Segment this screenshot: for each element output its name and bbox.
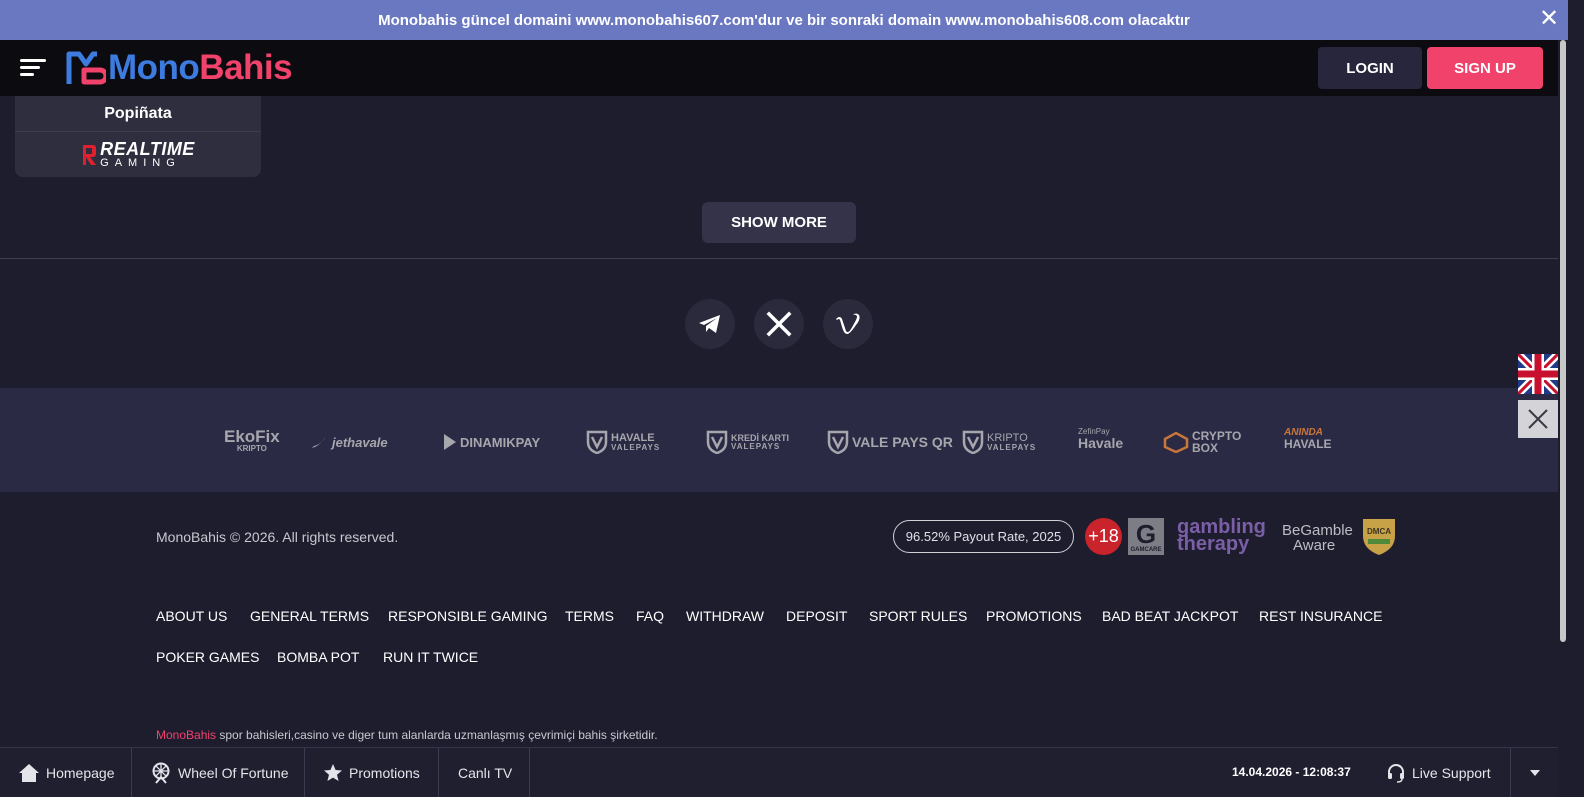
site-header: MonoBahis LOGIN SIGN UP bbox=[0, 40, 1558, 96]
payment-logo-dinamikpay: DINAMIKPAY bbox=[442, 428, 540, 456]
logo-mark-icon bbox=[66, 51, 106, 85]
footer-link-sport-rules[interactable]: SPORT RULES bbox=[869, 608, 967, 624]
caret-down-icon bbox=[1529, 769, 1540, 776]
language-flag-uk[interactable] bbox=[1515, 351, 1561, 397]
provider-list: Popiñata REALTIME GAMING bbox=[15, 96, 261, 177]
payment-logo-aninda-havale: ANINDA HAVALE bbox=[1284, 427, 1332, 451]
shield-icon bbox=[706, 430, 728, 454]
footer-link-promotions[interactable]: PROMOTIONS bbox=[986, 608, 1082, 624]
bottom-nav-bar: Homepage Wheel Of Fortune Promotions Can… bbox=[0, 747, 1558, 797]
crypto-box-icon bbox=[1163, 431, 1189, 453]
scrollbar-thumb[interactable] bbox=[1560, 40, 1566, 642]
shield-icon bbox=[962, 430, 984, 454]
provider-item-popinata[interactable]: Popiñata bbox=[15, 96, 261, 132]
bottom-nav-canli-tv[interactable]: Canlı TV bbox=[439, 748, 530, 797]
uk-flag-icon bbox=[1515, 351, 1561, 397]
home-icon bbox=[19, 763, 39, 782]
telegram-button[interactable] bbox=[685, 299, 735, 349]
payment-logo-havale-valepays: HAVALE VALEPAYS bbox=[586, 428, 660, 456]
show-more-button[interactable]: SHOW MORE bbox=[702, 202, 856, 243]
gambling-therapy-logo[interactable]: gambling therapy bbox=[1177, 517, 1266, 554]
footer-link-withdraw[interactable]: WITHDRAW bbox=[686, 608, 764, 624]
announcement-bar: Monobahis güncel domaini www.monobahis60… bbox=[0, 0, 1568, 40]
logo-text: MonoBahis bbox=[108, 48, 293, 87]
telegram-icon bbox=[699, 315, 720, 333]
age-18-badge: +18 bbox=[1085, 518, 1122, 555]
x-twitter-button[interactable] bbox=[754, 299, 804, 349]
footer-link-bomba-pot[interactable]: BOMBA POT bbox=[277, 649, 359, 665]
payment-logo-kredi-karti-valepays: KREDİ KARTI VALEPAYS bbox=[706, 428, 789, 456]
footer-link-general-terms[interactable]: GENERAL TERMS bbox=[250, 608, 369, 624]
live-support-button[interactable]: Live Support bbox=[1386, 748, 1491, 797]
payment-logo-ekofix: EkoFix KRIPTO bbox=[224, 427, 280, 453]
footer-link-rest-insurance[interactable]: REST INSURANCE bbox=[1259, 608, 1382, 624]
shield-icon bbox=[827, 430, 849, 454]
star-icon bbox=[324, 763, 342, 781]
realtime-gaming-logo-icon bbox=[83, 144, 97, 165]
bottom-nav-homepage[interactable]: Homepage bbox=[0, 748, 132, 797]
dinamikpay-icon bbox=[444, 434, 456, 450]
footer-link-run-it-twice[interactable]: RUN IT TWICE bbox=[383, 649, 478, 665]
page-scrollbar[interactable] bbox=[1558, 40, 1568, 797]
tagline-brand-link[interactable]: MonoBahis bbox=[156, 728, 216, 742]
footer-link-terms[interactable]: TERMS bbox=[565, 608, 614, 624]
dmca-shield-icon bbox=[1363, 519, 1395, 555]
payment-logo-jethavale: jethavale bbox=[310, 428, 388, 456]
rtg-line2: GAMING bbox=[100, 157, 181, 169]
payment-methods-band: EkoFix KRIPTO jethavale DINAMIKPAY HAVAL… bbox=[0, 388, 1558, 492]
shield-icon bbox=[586, 430, 608, 454]
headset-icon bbox=[1388, 763, 1404, 783]
footer-link-bad-beat-jackpot[interactable]: BAD BEAT JACKPOT bbox=[1102, 608, 1238, 624]
jethavale-icon bbox=[312, 436, 326, 448]
provider-item-realtime-gaming[interactable]: REALTIME GAMING bbox=[15, 132, 261, 177]
x-icon bbox=[766, 311, 792, 337]
language-widget-close-button[interactable] bbox=[1518, 400, 1558, 438]
dmca-badge[interactable]: DMCA bbox=[1360, 516, 1398, 556]
site-logo[interactable]: MonoBahis bbox=[66, 47, 293, 89]
payment-logo-zefinpay-havale: ZefinPay Havale bbox=[1078, 427, 1124, 451]
copyright-text: MonoBahis © 2026. All rights reserved. bbox=[156, 529, 399, 545]
footer-link-about-us[interactable]: ABOUT US bbox=[156, 608, 227, 624]
signup-button[interactable]: SIGN UP bbox=[1427, 47, 1543, 89]
announcement-close-icon[interactable]: ✕ bbox=[1538, 7, 1560, 31]
gamcare-logo[interactable]: G GAMCARE bbox=[1128, 518, 1164, 555]
bottom-bar-expand-button[interactable] bbox=[1510, 748, 1558, 797]
login-button[interactable]: LOGIN bbox=[1318, 47, 1422, 89]
begambleaware-logo[interactable]: BeGamble Aware bbox=[1282, 523, 1353, 553]
wheel-of-fortune-icon bbox=[152, 762, 170, 784]
rtg-line1: REALTIME bbox=[100, 139, 195, 159]
footer-link-responsible-gaming[interactable]: RESPONSIBLE GAMING bbox=[388, 608, 547, 624]
payout-rate-badge: 96.52% Payout Rate, 2025 bbox=[893, 520, 1074, 553]
bottom-nav-wheel-of-fortune[interactable]: Wheel Of Fortune bbox=[132, 748, 305, 797]
menu-icon[interactable] bbox=[20, 57, 46, 79]
announcement-text: Monobahis güncel domaini www.monobahis60… bbox=[378, 11, 1190, 29]
payment-logo-crypto-box: CRYPTO BOX bbox=[1163, 428, 1241, 456]
current-datetime: 14.04.2026 - 12:08:37 bbox=[1232, 765, 1351, 779]
bottom-nav-promotions[interactable]: Promotions bbox=[305, 748, 439, 797]
vimeo-button[interactable] bbox=[823, 299, 873, 349]
payment-logo-kripto-valepays: KRIPTO VALEPAYS bbox=[962, 428, 1036, 456]
dmca-label: DMCA bbox=[1367, 527, 1391, 536]
window-bottom-edge bbox=[0, 797, 1584, 805]
footer-link-deposit[interactable]: DEPOSIT bbox=[786, 608, 847, 624]
footer-link-faq[interactable]: FAQ bbox=[636, 608, 664, 624]
footer-link-poker-games[interactable]: POKER GAMES bbox=[156, 649, 259, 665]
payment-logo-valepays-qr: VALE PAYS QR bbox=[827, 428, 953, 456]
vimeo-icon bbox=[836, 313, 860, 334]
company-tagline: MonoBahis spor bahisleri,casino ve diger… bbox=[156, 728, 658, 742]
close-icon bbox=[1528, 409, 1548, 429]
section-divider bbox=[0, 258, 1558, 259]
